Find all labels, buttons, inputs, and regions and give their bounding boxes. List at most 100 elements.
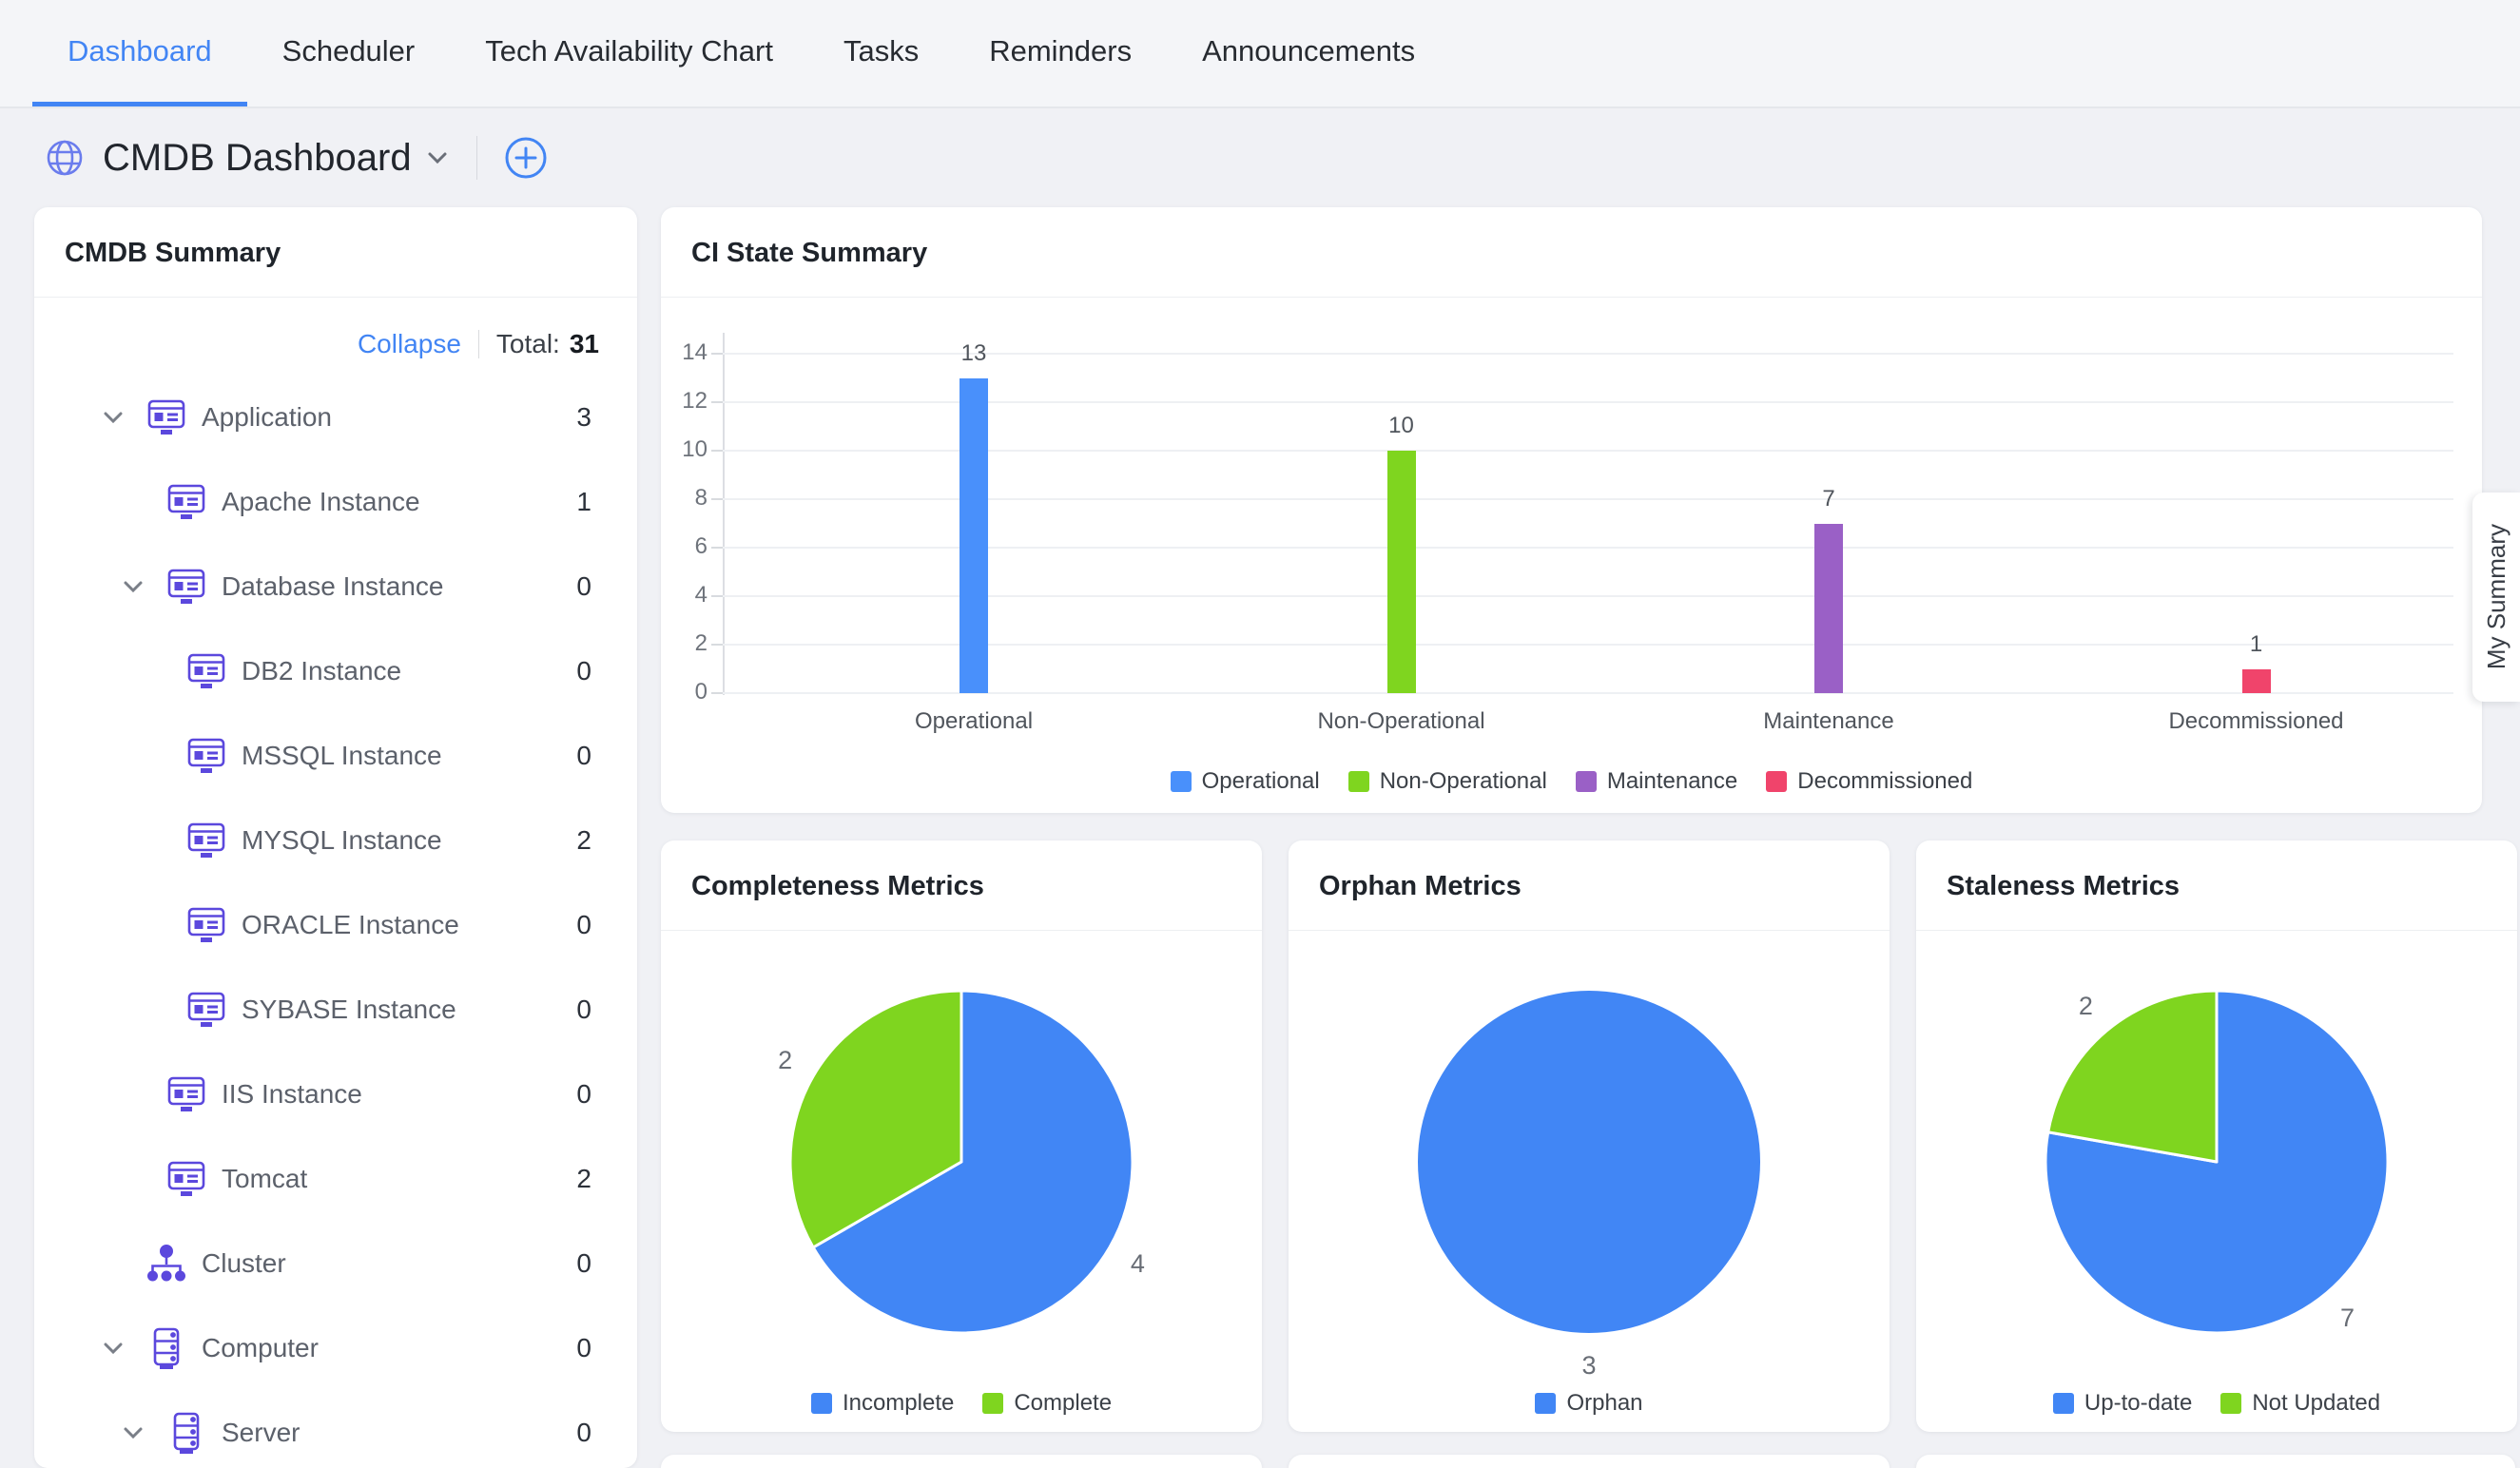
tab-reminders[interactable]: Reminders (954, 0, 1167, 106)
x-axis-label: Operational (822, 708, 1126, 735)
y-tick-label: 0 (631, 679, 708, 705)
tree-item-label: DB2 Instance (242, 656, 401, 686)
chart-legend: Operational Non-Operational Maintenance Dec… (661, 768, 2482, 795)
legend-item-complete[interactable]: Complete (982, 1390, 1112, 1417)
dashboard-title[interactable]: CMDB Dashboard (103, 137, 412, 180)
legend-label: Maintenance (1607, 768, 1737, 795)
application-icon (184, 988, 228, 1032)
bar-decommissioned[interactable] (2242, 669, 2271, 694)
tree-item-tomcat[interactable]: Tomcat2 (34, 1136, 637, 1221)
add-dashboard-button[interactable] (504, 136, 548, 180)
tree-item-mysql-instance[interactable]: MYSQL Instance2 (34, 798, 637, 882)
tree-item-count: 0 (576, 1333, 591, 1363)
application-icon (165, 1072, 208, 1116)
tree-item-count: 0 (576, 1418, 591, 1448)
tree-item-sybase-instance[interactable]: SYBASE Instance0 (34, 967, 637, 1052)
legend-item-up-to-date[interactable]: Up-to-date (2053, 1390, 2192, 1417)
tree-expand-icon[interactable] (121, 573, 165, 600)
y-tick-label: 12 (631, 388, 708, 415)
pie-value-label: 3 (1581, 1351, 1596, 1380)
chevron-down-icon[interactable] (425, 145, 450, 170)
application-icon (184, 734, 228, 778)
staleness-metrics-title: Staleness Metrics (1947, 871, 2180, 902)
legend-label: Decommissioned (1797, 768, 1972, 795)
bar-value-label: 1 (2190, 631, 2323, 658)
legend-swatch (811, 1393, 832, 1414)
tree-item-cluster[interactable]: Cluster0 (34, 1221, 637, 1305)
bar-value-label: 7 (1762, 486, 1895, 512)
legend-swatch (982, 1393, 1003, 1414)
tree-expand-icon[interactable] (101, 404, 145, 431)
axis-tick (711, 353, 723, 355)
legend-item-maintenance[interactable]: Maintenance (1576, 768, 1737, 795)
tab-announcements[interactable]: Announcements (1167, 0, 1450, 106)
pie-svg: 3 (1289, 930, 1890, 1377)
tree-chevron-spacer (141, 658, 184, 685)
y-tick-label: 8 (631, 485, 708, 512)
bar-maintenance[interactable] (1814, 524, 1843, 694)
y-tick-label: 10 (631, 436, 708, 463)
tree-item-count: 0 (576, 741, 591, 771)
axis-tick (711, 595, 723, 597)
tree-item-iis-instance[interactable]: IIS Instance0 (34, 1052, 637, 1136)
bar-non-operational[interactable] (1387, 451, 1416, 693)
total-value: 31 (570, 329, 599, 359)
x-axis-label: Non-Operational (1250, 708, 1554, 735)
collapse-link[interactable]: Collapse (358, 329, 461, 359)
legend-item-non-operational[interactable]: Non-Operational (1348, 768, 1547, 795)
legend-item-operational[interactable]: Operational (1171, 768, 1320, 795)
tree-expand-icon[interactable] (101, 1335, 145, 1362)
legend-label: Incomplete (843, 1390, 954, 1417)
tree-chevron-spacer (141, 912, 184, 938)
application-icon (165, 480, 208, 524)
tab-scheduler[interactable]: Scheduler (247, 0, 451, 106)
tree-item-application[interactable]: Application3 (34, 375, 637, 459)
application-icon (165, 565, 208, 608)
y-tick-label: 4 (631, 582, 708, 608)
tab-tech-availability-chart[interactable]: Tech Availability Chart (450, 0, 808, 106)
tree-chevron-spacer (121, 1166, 165, 1192)
tab-dashboard[interactable]: Dashboard (32, 0, 247, 106)
tree-item-computer[interactable]: Computer0 (34, 1305, 637, 1390)
tree-item-label: MSSQL Instance (242, 741, 442, 771)
bar-operational[interactable] (960, 378, 988, 694)
pie-value-label: 4 (1131, 1249, 1145, 1278)
tree-item-mssql-instance[interactable]: MSSQL Instance 0 (34, 713, 637, 798)
toolbar-divider (478, 330, 479, 358)
my-summary-tab[interactable]: My Summary (2472, 493, 2520, 702)
legend-item-not-updated[interactable]: Not Updated (2220, 1390, 2380, 1417)
tree-item-label: Database Instance (222, 571, 444, 602)
tree-item-count: 3 (576, 402, 591, 433)
y-tick-label: 2 (631, 630, 708, 657)
tree-expand-icon[interactable] (121, 1420, 165, 1446)
pie-slice-not-updated[interactable] (2048, 991, 2217, 1162)
tree-chevron-spacer (141, 743, 184, 769)
tree-item-server[interactable]: Server 0 (34, 1390, 637, 1468)
cmdb-dashboard-page: DashboardSchedulerTech Availability Char… (0, 0, 2520, 1468)
tree-item-oracle-instance[interactable]: ORACLE Instance0 (34, 882, 637, 967)
tree-item-count: 0 (576, 910, 591, 940)
completeness-metrics-title: Completeness Metrics (691, 871, 984, 902)
tree-chevron-spacer (121, 489, 165, 515)
legend-label: Not Updated (2252, 1390, 2380, 1417)
legend-swatch (1535, 1393, 1556, 1414)
pie-value-label: 2 (2079, 992, 2093, 1020)
tree-item-db2-instance[interactable]: DB2 Instance0 (34, 628, 637, 713)
tree-item-label: Server (222, 1418, 300, 1448)
axis-tick (711, 450, 723, 452)
pie-value-label: 7 (2340, 1304, 2355, 1332)
axis-tick (711, 644, 723, 646)
tree-toolbar: Collapse Total: 31 (34, 323, 599, 365)
tree-item-apache-instance[interactable]: Apache Instance1 (34, 459, 637, 544)
y-tick-label: 6 (631, 533, 708, 560)
legend-item-decommissioned[interactable]: Decommissioned (1766, 768, 1972, 795)
legend-item-orphan[interactable]: Orphan (1535, 1390, 1642, 1417)
legend-swatch (1348, 771, 1369, 792)
pie-value-label: 2 (778, 1046, 792, 1074)
computer-icon (145, 1326, 188, 1370)
tree-item-database-instance[interactable]: Database Instance0 (34, 544, 637, 628)
axis-tick (711, 498, 723, 500)
pie-slice-orphan[interactable] (1418, 991, 1760, 1333)
legend-item-incomplete[interactable]: Incomplete (811, 1390, 954, 1417)
tab-tasks[interactable]: Tasks (808, 0, 954, 106)
